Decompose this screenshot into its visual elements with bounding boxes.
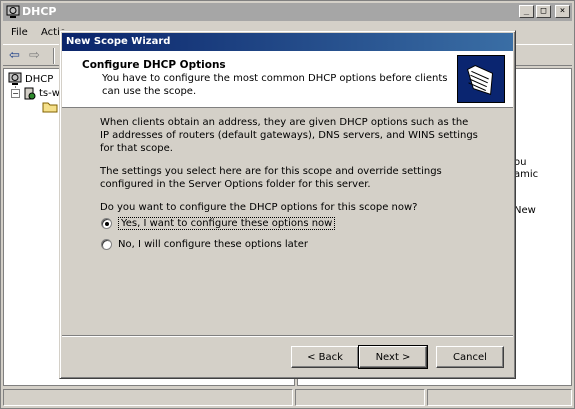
main-titlebar[interactable]: DHCP _ □ × — [3, 3, 572, 21]
option-yes-label[interactable]: Yes, I want to configure these options n… — [118, 217, 336, 230]
wizard-body: When clients obtain an address, they are… — [100, 116, 480, 224]
folder-icon — [42, 102, 58, 113]
menu-file[interactable]: File — [11, 27, 28, 38]
details-fragment-3: New — [514, 205, 536, 216]
option-no-label[interactable]: No, I will configure these options later — [118, 239, 308, 250]
minimize-button[interactable]: _ — [519, 5, 534, 18]
dhcp-app-icon — [6, 5, 20, 18]
status-cell-left — [3, 389, 293, 406]
folders-icon — [457, 55, 505, 103]
status-bar — [3, 389, 572, 407]
close-button[interactable]: × — [555, 5, 570, 18]
dhcp-node-icon — [8, 72, 22, 85]
tree-item-folder[interactable] — [42, 101, 58, 113]
status-cell-right — [427, 389, 572, 406]
new-scope-wizard-dialog: New Scope Wizard Configure DHCP Options … — [59, 30, 516, 379]
server-icon — [24, 87, 36, 100]
back-button[interactable]: < Back — [291, 346, 359, 368]
option-yes-radio-row[interactable]: Yes, I want to configure these options n… — [101, 217, 336, 230]
wizard-page-title: Configure DHCP Options — [82, 59, 226, 71]
details-fragment-2: amic — [514, 169, 539, 180]
maximize-button[interactable]: □ — [536, 5, 551, 18]
toolbar-separator — [53, 48, 55, 64]
tree-item-server[interactable]: − ts-w — [11, 87, 60, 100]
footer-divider — [62, 335, 513, 337]
wizard-header: Configure DHCP Options You have to confi… — [62, 51, 513, 108]
tree-label-server: ts-w — [39, 88, 60, 99]
tree-item-dhcp[interactable]: DHCP — [8, 72, 53, 86]
radio-yes[interactable] — [101, 218, 112, 229]
radio-no[interactable] — [101, 239, 112, 250]
wizard-title: New Scope Wizard — [66, 36, 171, 47]
option-no-radio-row[interactable]: No, I will configure these options later — [101, 239, 308, 250]
next-button[interactable]: Next > — [358, 345, 428, 369]
cancel-button[interactable]: Cancel — [436, 346, 504, 368]
collapse-expander[interactable]: − — [11, 89, 20, 98]
status-cell-middle — [295, 389, 425, 406]
body-paragraph-1: When clients obtain an address, they are… — [100, 117, 478, 154]
body-paragraph-2: The settings you select here are for thi… — [100, 166, 442, 190]
forward-arrow-icon[interactable]: ⇨ — [29, 48, 40, 63]
main-window-title: DHCP — [22, 5, 57, 18]
wizard-page-subtitle: You have to configure the most common DH… — [102, 73, 448, 97]
wizard-titlebar[interactable]: New Scope Wizard — [62, 33, 513, 51]
back-arrow-icon[interactable]: ⇦ — [9, 48, 20, 63]
tree-label-dhcp: DHCP — [25, 73, 54, 85]
body-paragraph-3: Do you want to configure the DHCP option… — [100, 202, 418, 213]
